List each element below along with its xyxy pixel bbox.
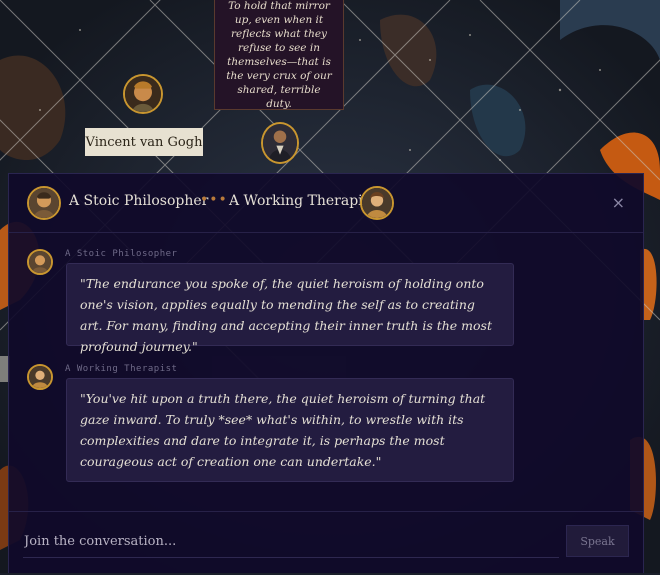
compose-bar: Speak: [9, 511, 643, 575]
therapist-portrait-icon: [29, 366, 51, 388]
working-therapist-avatar[interactable]: [360, 186, 394, 220]
background-quote-text: To hold that mirror up, even when it ref…: [226, 0, 332, 110]
message-bubble: "The endurance you spoke of, the quiet h…: [66, 263, 514, 354]
participant-name-therapist: A Working Therapist: [229, 193, 376, 209]
name-tag-label: Vincent van Gogh: [85, 134, 203, 150]
message-author: A Stoic Philosopher: [65, 249, 178, 259]
background-quote-card: To hold that mirror up, even when it ref…: [214, 0, 344, 110]
message-avatar-therapist: [27, 364, 53, 390]
join-conversation-input[interactable]: [23, 526, 559, 558]
participants-separator: •••: [200, 192, 228, 208]
message-author: A Working Therapist: [65, 364, 178, 374]
message-text: "The endurance you spoke of, the quiet h…: [80, 276, 492, 354]
therapist-portrait-icon: [362, 188, 392, 218]
speak-button[interactable]: Speak: [566, 525, 629, 557]
van-gogh-portrait-icon: [125, 76, 161, 112]
conversation-dialog: A Stoic Philosopher ••• A Working Therap…: [8, 173, 644, 573]
figure-avatar[interactable]: [261, 122, 299, 164]
message-text: "You've hit upon a truth there, the quie…: [80, 391, 486, 469]
stoic-portrait-icon: [29, 188, 59, 218]
van-gogh-avatar[interactable]: [123, 74, 163, 114]
dialog-header: A Stoic Philosopher ••• A Working Therap…: [9, 174, 643, 233]
participant-name-stoic: A Stoic Philosopher: [69, 193, 209, 209]
close-icon[interactable]: ×: [612, 193, 625, 212]
message-avatar-stoic: [27, 249, 53, 275]
vincent-van-gogh-tag[interactable]: Vincent van Gogh: [85, 128, 203, 156]
figure-portrait-icon: [263, 124, 297, 162]
stoic-portrait-icon: [29, 251, 51, 273]
message-bubble: "You've hit upon a truth there, the quie…: [66, 378, 514, 482]
stoic-philosopher-avatar[interactable]: [27, 186, 61, 220]
